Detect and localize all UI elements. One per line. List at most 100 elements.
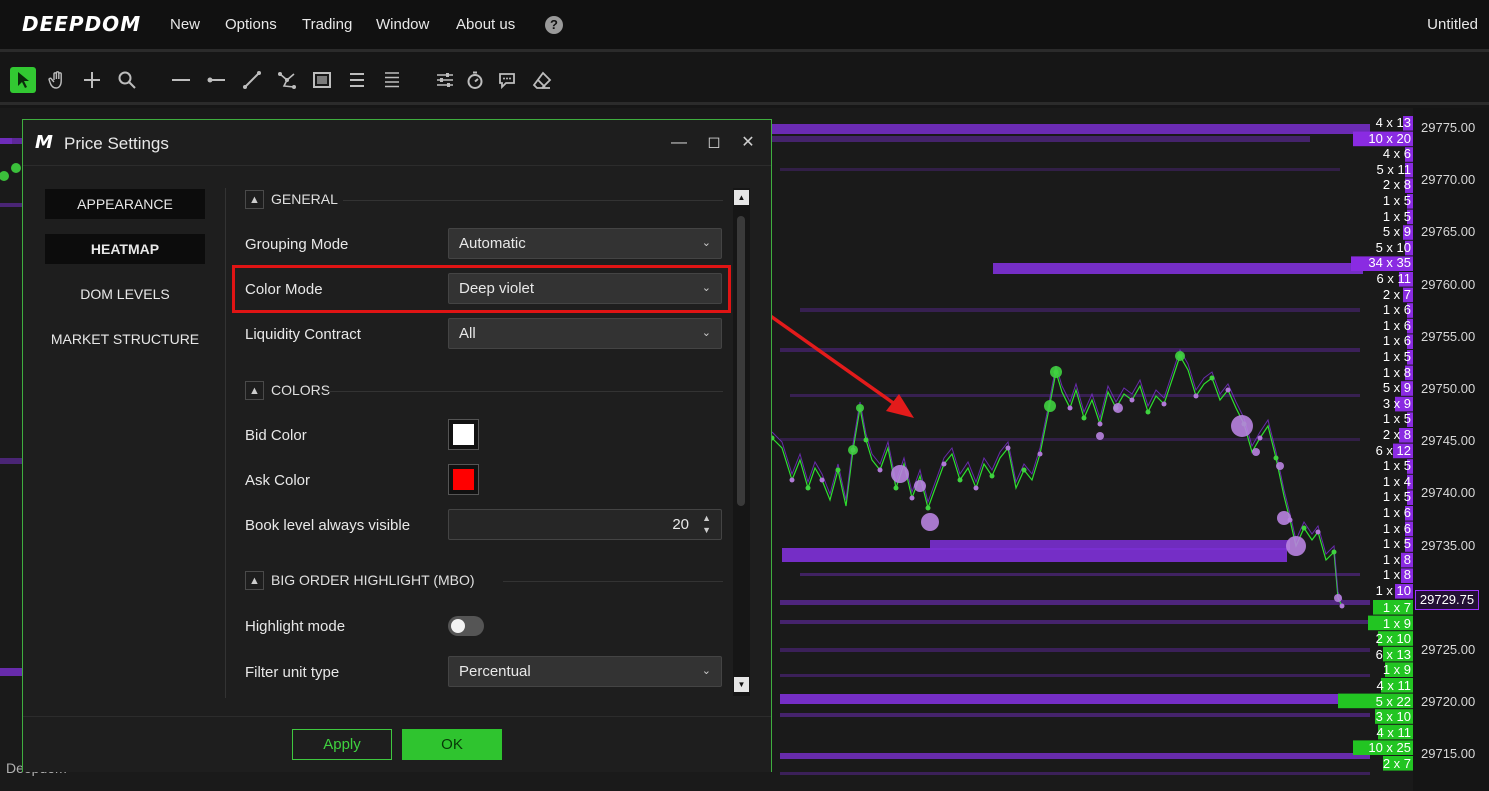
section-colors[interactable]: ▲ COLORS xyxy=(245,381,723,401)
bid-color-swatch[interactable] xyxy=(448,419,479,450)
dom-ask-size-label: 10 x 20 xyxy=(1368,130,1411,146)
stopwatch-icon[interactable] xyxy=(462,67,488,93)
chevron-down-icon: ⌄ xyxy=(701,327,711,339)
menu-window[interactable]: Window xyxy=(376,16,429,33)
dom-ask-size-label: 5 x 9 xyxy=(1382,380,1411,396)
annotation-highlight-box xyxy=(232,265,731,313)
menu-options[interactable]: Options xyxy=(225,16,277,33)
question-circle-icon[interactable]: ? xyxy=(545,16,563,34)
dom-ask-size-label: 1 x 10 xyxy=(1375,583,1411,598)
sliders-icon[interactable] xyxy=(432,67,458,93)
trade-bubble xyxy=(835,467,841,473)
liquidity-band xyxy=(0,458,22,464)
nav-market-structure[interactable]: MARKET STRUCTURE xyxy=(45,324,205,354)
trade-bubble xyxy=(1081,415,1087,421)
trade-bubble xyxy=(877,467,883,473)
collapse-caret-icon[interactable]: ▲ xyxy=(245,571,264,590)
apply-button[interactable]: Apply xyxy=(292,729,392,760)
dom-ask-size-label: 1 x 5 xyxy=(1382,411,1411,427)
dom-ask-size-label: 5 x 10 xyxy=(1375,239,1411,255)
horizontal-line-icon[interactable] xyxy=(168,67,194,93)
dom-bid-size-label: 5 x 22 xyxy=(1375,693,1411,709)
trade-bubble xyxy=(973,485,979,491)
ask-color-swatch[interactable] xyxy=(448,464,479,495)
book-level-input[interactable]: 20 ▲ ▼ xyxy=(448,509,722,540)
trade-bubble-large xyxy=(856,404,864,412)
spinner-icon[interactable]: ▲ ▼ xyxy=(702,512,711,536)
liquidity-band xyxy=(0,668,22,676)
toggle-knob xyxy=(451,619,465,633)
lines-icon[interactable] xyxy=(379,67,405,93)
dom-ask-size-label: 1 x 6 xyxy=(1382,505,1411,520)
section-big-order-highlight[interactable]: ▲ BIG ORDER HIGHLIGHT (MBO) xyxy=(245,571,723,591)
ray-icon[interactable] xyxy=(203,67,229,93)
trade-bubble xyxy=(1145,409,1151,415)
collapse-caret-icon[interactable]: ▲ xyxy=(245,381,264,400)
price-axis[interactable]: 29775.00 29770.00 29765.00 29760.00 29755.00… xyxy=(1413,108,1489,791)
price-tick-label: 29760.00 xyxy=(1421,276,1476,292)
liquidity-band xyxy=(800,308,1360,312)
liquidity-band xyxy=(780,753,1370,759)
close-icon[interactable]: ✕ xyxy=(735,130,761,156)
channel-icon[interactable] xyxy=(344,67,370,93)
trade-bubble-large xyxy=(11,163,21,173)
trade-bubble-large xyxy=(1096,432,1104,440)
dom-ask-size-label: 1 x 6 xyxy=(1382,520,1411,536)
menu-bar: DEEPDOM New Options Trading Window About… xyxy=(0,0,1489,52)
rectangle-icon[interactable] xyxy=(309,67,335,93)
price-tick-label: 29770.00 xyxy=(1421,172,1476,188)
menu-trading[interactable]: Trading xyxy=(302,16,352,33)
nav-appearance[interactable]: APPEARANCE xyxy=(45,189,205,219)
filter-unit-type-select[interactable]: Percentual ⌄ xyxy=(448,656,722,687)
price-tick-label: 29735.00 xyxy=(1421,537,1476,553)
menu-new[interactable]: New xyxy=(170,16,200,33)
path-icon[interactable] xyxy=(274,67,300,93)
minimize-icon[interactable]: — xyxy=(666,130,692,156)
dom-ask-size-label: 1 x 4 xyxy=(1382,473,1411,489)
dom-ask-size-label: 1 x 5 xyxy=(1382,489,1411,505)
trade-bubble xyxy=(925,505,931,511)
nav-heatmap[interactable]: HEATMAP xyxy=(45,234,205,264)
dialog-scrollbar[interactable]: ▲ ▼ xyxy=(733,188,750,696)
trade-bubble xyxy=(1331,549,1337,555)
dom-ask-size-label: 1 x 8 xyxy=(1382,567,1411,583)
comment-icon[interactable] xyxy=(494,67,520,93)
hand-icon[interactable] xyxy=(44,67,70,93)
dom-bid-size-label: 1 x 9 xyxy=(1382,615,1411,631)
dialog-title-bar[interactable]: M Price Settings — ◻ ✕ xyxy=(23,120,771,166)
collapse-caret-icon[interactable]: ▲ xyxy=(245,190,264,209)
highlight-mode-toggle[interactable] xyxy=(448,616,484,636)
trade-bubble-large xyxy=(1276,462,1284,470)
scroll-down-icon[interactable]: ▼ xyxy=(734,677,749,692)
liquidity-band xyxy=(780,348,1360,352)
liquidity-band xyxy=(0,203,22,207)
scroll-up-icon[interactable]: ▲ xyxy=(734,190,749,205)
liquidity-contract-select[interactable]: All ⌄ xyxy=(448,318,722,349)
scrollbar-thumb[interactable] xyxy=(737,216,745,506)
trade-bubble-large xyxy=(891,465,909,483)
maximize-icon[interactable]: ◻ xyxy=(701,130,727,156)
eraser-icon[interactable] xyxy=(529,67,555,93)
liquidity-band xyxy=(780,168,1340,171)
ok-button[interactable]: OK xyxy=(402,729,502,760)
liquidity-band xyxy=(930,540,1290,550)
section-general[interactable]: ▲ GENERAL xyxy=(245,190,723,210)
menu-about-us[interactable]: About us xyxy=(456,16,515,33)
trade-bubble-large xyxy=(914,480,926,492)
trade-bubble-large xyxy=(1050,366,1062,378)
nav-dom-levels[interactable]: DOM LEVELS xyxy=(45,279,205,309)
magnifier-icon[interactable] xyxy=(114,67,140,93)
grouping-mode-select[interactable]: Automatic ⌄ xyxy=(448,228,722,259)
dom-ask-size-label: 4 x 6 xyxy=(1382,146,1411,162)
grouping-mode-label: Grouping Mode xyxy=(245,236,349,253)
trade-bubble-large xyxy=(1334,594,1342,602)
trend-line-icon[interactable] xyxy=(239,67,265,93)
trade-bubble xyxy=(909,495,915,501)
dom-bid-size-label: 2 x 10 xyxy=(1375,631,1411,647)
price-tick-label: 29720.00 xyxy=(1421,694,1476,710)
liquidity-band xyxy=(0,138,12,144)
trade-bubble xyxy=(989,473,995,479)
trade-bubble xyxy=(1161,401,1167,407)
pointer-icon[interactable] xyxy=(10,67,36,93)
crosshair-icon[interactable] xyxy=(79,67,105,93)
